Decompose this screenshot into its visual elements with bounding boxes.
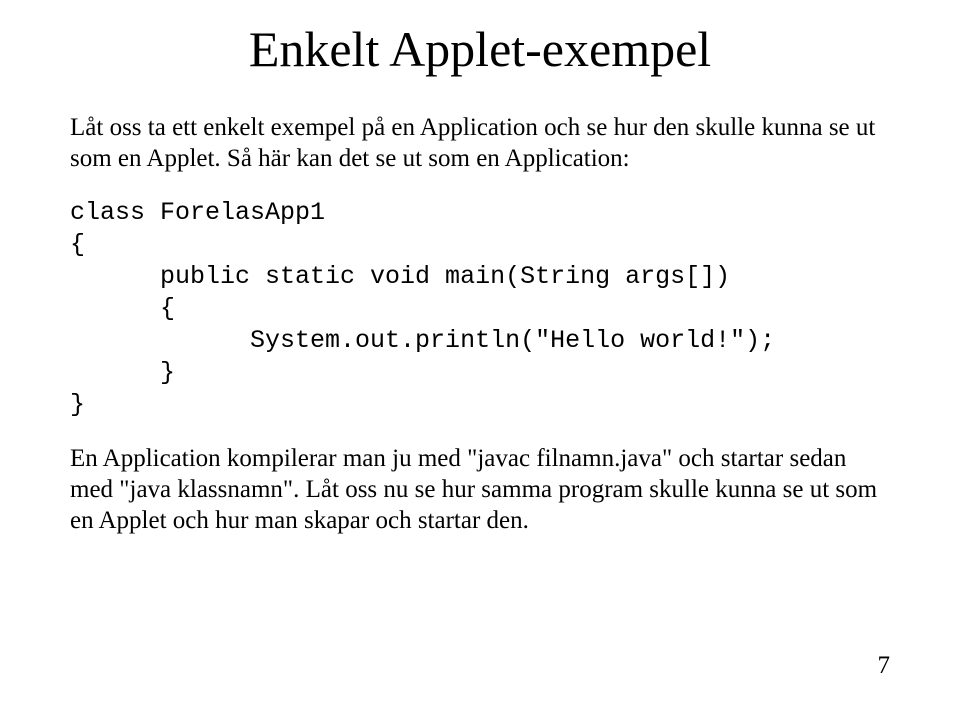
paragraph-outro: En Application kompilerar man ju med "ja… [70,443,890,537]
page-title: Enkelt Applet-exempel [70,20,890,78]
document-page: Enkelt Applet-exempel Låt oss ta ett enk… [0,0,960,704]
paragraph-intro: Låt oss ta ett enkelt exempel på en Appl… [70,112,890,175]
page-number: 7 [878,652,891,680]
code-block: class ForelasApp1 { public static void m… [70,197,890,421]
